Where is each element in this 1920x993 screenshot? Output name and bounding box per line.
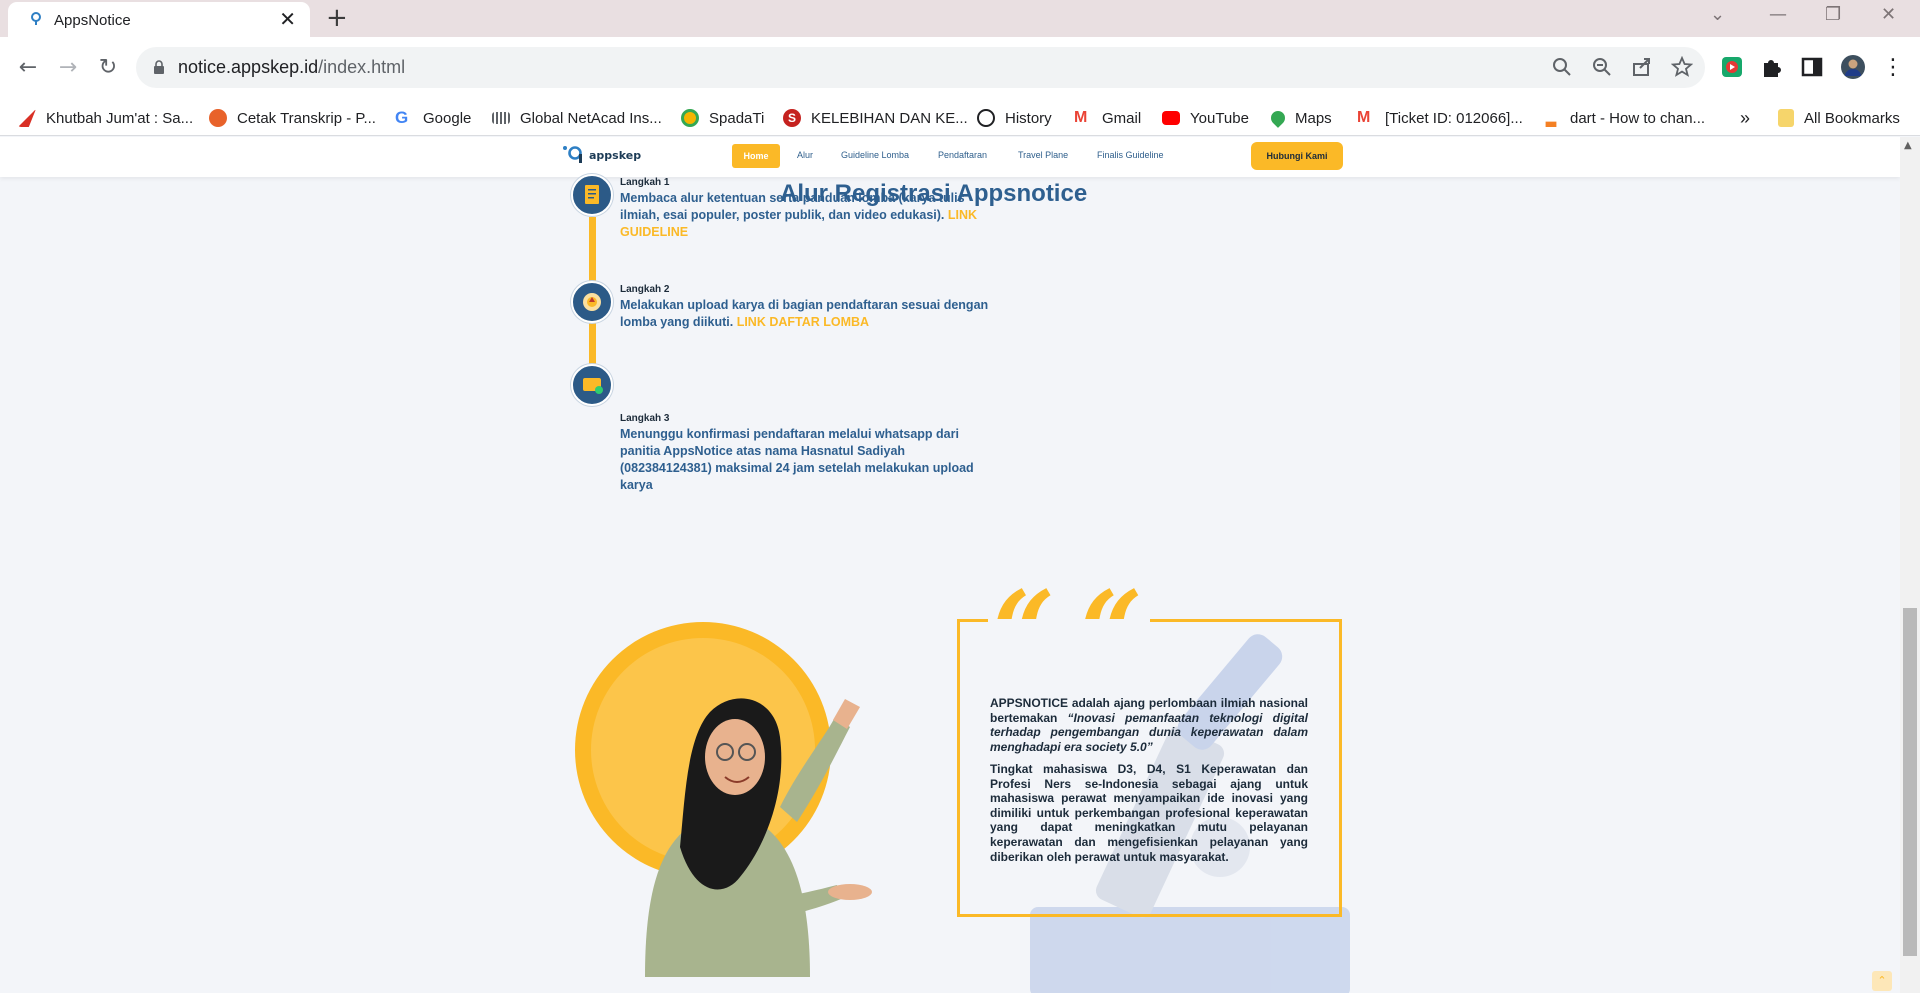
bookmark-item[interactable]: S KELEBIHAN DAN KE... [783,107,968,129]
bookmark-transkrip-icon [209,109,227,127]
bookmark-khutbah-icon [18,109,36,127]
back-icon[interactable]: ← [14,54,42,82]
browser-toolbar: ← → ↻ notice.appskep.id/index.html ⋮ [0,37,1920,98]
zoom-out-icon[interactable] [1591,56,1613,78]
about-paragraph-1: APPSNOTICE adalah ajang perlombaan ilmia… [990,696,1308,754]
nav-link-travel[interactable]: Travel Plane [1018,150,1068,160]
tab-title: AppsNotice [54,12,131,29]
share-icon[interactable] [1631,56,1653,78]
restore-icon[interactable]: ❐ [1825,4,1841,25]
gmail-icon: M [1074,109,1088,126]
reload-icon[interactable]: ↻ [94,54,122,82]
scroll-up-arrow-icon[interactable]: ▲ [1904,140,1912,151]
bookmarks-overflow-button[interactable]: » [1740,107,1750,129]
bookmark-item[interactable]: Khutbah Jum'at : Sa... [18,107,193,129]
close-window-icon[interactable]: ✕ [1881,4,1896,25]
step-1-text: Membaca alur ketentuan serta panduan lom… [620,191,978,239]
about-paragraph-2: Tingkat mahasiswa D3, D4, S1 Keperawatan… [990,762,1308,864]
bookmark-item[interactable]: YouTube [1162,107,1249,129]
spadati-icon [681,109,699,127]
profile-avatar-icon[interactable] [1840,54,1866,80]
back-to-top-button[interactable]: ⌃ [1872,971,1892,991]
lock-icon [154,60,164,74]
tab-close-icon[interactable]: ✕ [279,9,296,29]
bookmarks-bar: Khutbah Jum'at : Sa... Cetak Transkrip -… [0,98,1920,136]
logo-text: appskep [589,148,642,162]
folder-icon [1778,109,1794,127]
stackoverflow-icon [1545,121,1557,127]
search-icon[interactable] [1551,56,1573,78]
bookmark-s-icon: S [783,109,801,127]
cisco-icon [492,112,510,124]
step-1-label: Langkah 1 [620,177,670,188]
step-3-text: Menunggu konfirmasi pendaftaran melalui … [620,427,974,492]
timeline-connector [589,217,596,282]
bookmark-star-icon[interactable] [1671,56,1693,78]
nav-link-pendaftaran[interactable]: Pendaftaran [938,150,987,160]
nav-home-button[interactable]: Home [732,144,780,168]
url-text[interactable]: notice.appskep.id/index.html [178,57,405,78]
contact-button[interactable]: Hubungi Kami [1251,142,1343,170]
appskep-logo-icon [563,146,582,163]
nav-link-alur[interactable]: Alur [797,150,813,160]
bookmark-item[interactable]: SpadaTi [681,107,764,129]
step-2-text: Melakukan upload karya di bagian pendaft… [620,298,989,329]
extensions-puzzle-icon[interactable] [1759,54,1785,80]
site-logo[interactable]: appskep [563,145,641,165]
message-icon [583,378,603,394]
bookmark-item[interactable]: Maps [1268,107,1332,129]
nav-link-guideline[interactable]: Guideline Lomba [841,150,909,160]
bookmark-item[interactable]: Global NetAcad Ins... [492,107,662,129]
step-3-label: Langkah 3 [620,413,670,424]
new-tab-button[interactable]: + [326,3,348,33]
document-icon [585,185,599,204]
step-2-badge [571,281,613,323]
bookmark-item[interactable]: History [977,107,1052,129]
nav-link-finalis[interactable]: Finalis Guideline [1097,150,1164,160]
google-icon: G [395,108,409,127]
student-illustration [575,622,872,977]
gmail-icon: M [1357,109,1371,126]
maps-icon [1268,108,1288,128]
bookmark-item[interactable]: dart - How to chan... [1542,107,1705,129]
step-1-badge [571,174,613,216]
scrollbar-thumb[interactable] [1903,608,1917,956]
forward-icon[interactable]: → [54,54,82,82]
video-extension-icon[interactable] [1719,54,1745,80]
minimize-icon[interactable]: — [1769,4,1787,25]
bookmark-item[interactable]: Cetak Transkrip - P... [209,107,376,129]
youtube-icon [1162,111,1180,125]
tab-strip: AppsNotice ✕ + ⌄ — ❐ ✕ [0,0,1920,37]
bookmark-item[interactable]: M Gmail [1074,107,1141,129]
step-3-badge [571,364,613,406]
menu-kebab-icon[interactable]: ⋮ [1879,54,1907,82]
page-viewport: appskep Home Alur Guideline Lomba Pendaf… [0,137,1900,993]
browser-tab[interactable]: AppsNotice ✕ [8,2,310,37]
site-navbar: appskep Home Alur Guideline Lomba Pendaf… [0,137,1900,177]
daftar-lomba-link[interactable]: LINK DAFTAR LOMBA [737,315,869,329]
bookmark-item[interactable]: G Google [395,107,471,129]
tab-search-chevron-icon[interactable]: ⌄ [1710,4,1725,25]
appsnotice-favicon-icon [31,12,41,25]
quote-marks-icon: “ “ [993,568,1143,694]
all-bookmarks-button[interactable]: All Bookmarks [1778,107,1900,129]
step-2-label: Langkah 2 [620,284,670,295]
bookmark-item[interactable]: M [Ticket ID: 012066]... [1357,107,1523,129]
side-panel-icon[interactable] [1799,54,1825,80]
timeline-connector [589,320,596,365]
history-icon [977,109,995,127]
upload-icon [583,293,601,311]
